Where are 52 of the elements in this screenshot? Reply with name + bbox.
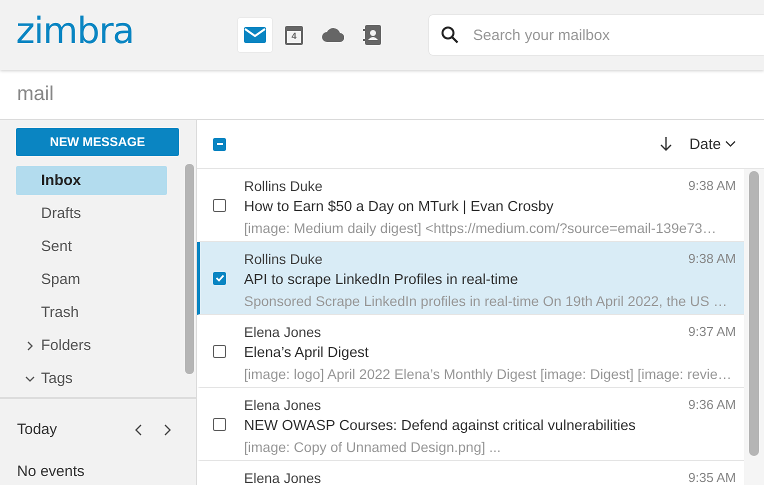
chevron-right-icon: [25, 340, 35, 350]
no-events-text: No events: [17, 463, 86, 480]
message-preview: [image: Medium daily digest] <https://medium.com/?source=email-139e73…: [244, 220, 718, 236]
zimbra-logo[interactable]: zimbra: [16, 14, 238, 56]
message-subject: How to Earn $50 a Day on MTurk | Evan Crosby: [244, 199, 554, 215]
sender-name: Elena Jones: [244, 470, 322, 485]
previous-icon[interactable]: [134, 424, 144, 436]
checkbox[interactable]: [213, 344, 226, 358]
scrollbar[interactable]: [749, 171, 759, 456]
search-icon: [441, 26, 459, 44]
checkbox[interactable]: [213, 418, 226, 430]
chevron-down-icon: [725, 140, 736, 148]
checkbox[interactable]: [213, 198, 226, 212]
message-preview: [image: Copy of Unnamed Design.png] ...: [244, 439, 502, 455]
sender-name: Rollins Duke: [244, 251, 323, 267]
folder-item[interactable]: Spam: [16, 265, 167, 294]
folder-item[interactable]: Trash: [16, 298, 167, 327]
sort-dropdown[interactable]: Date: [689, 136, 736, 152]
message-time: 9:38 AM: [688, 251, 736, 267]
sender-name: Elena Jones: [244, 397, 322, 413]
cloud-icon: [322, 28, 344, 42]
message-time: 9:36 AM: [688, 397, 736, 413]
message-subject: API to scrape LinkedIn Profiles in real-time: [244, 272, 520, 288]
select-all-checkbox[interactable]: [213, 138, 226, 150]
sender-name: Elena Jones: [244, 324, 322, 340]
new-message-button[interactable]: NEW MESSAGE: [16, 128, 179, 156]
today-label: Today: [17, 421, 58, 438]
mail-app-button[interactable]: [238, 18, 272, 52]
section-title: mail: [17, 83, 54, 106]
folder-item[interactable]: Tags: [16, 364, 167, 393]
folder-item[interactable]: Drafts: [16, 199, 167, 228]
chevron-down-icon: [25, 374, 35, 384]
address-book-icon: [363, 25, 381, 45]
message-preview: [image: logo] April 2022 Elena’s Monthly Digest [image: Digest] [image: revie…: [244, 366, 733, 382]
checkbox[interactable]: [213, 272, 226, 284]
envelope-icon: [244, 27, 266, 43]
next-icon[interactable]: [162, 424, 172, 436]
message-subject: Elena’s April Digest: [244, 345, 370, 361]
message-subject: NEW OWASP Courses: Defend against critical vulnerabilities: [244, 418, 637, 434]
sort-arrow-icon[interactable]: [659, 136, 674, 152]
message-preview: Sponsored Scrape LinkedIn profiles in real-time On 19th April 2022, the US …: [244, 293, 728, 309]
message-time: 9:35 AM: [688, 470, 736, 485]
folder-item[interactable]: Folders: [16, 331, 167, 360]
folder-item[interactable]: Sent: [16, 232, 167, 261]
message-time: 9:38 AM: [688, 178, 736, 194]
scrollbar[interactable]: [185, 164, 194, 374]
message-row[interactable]: Rollins Duke 9:38 AM API to scrape LinkedIn Profiles in real-time Sponsored Scrape LinkedIn profiles in real-time On 19th April 2022, the US …: [197, 242, 744, 315]
calendar-app-button[interactable]: 4: [277, 18, 311, 52]
sender-name: Rollins Duke: [244, 178, 323, 194]
checkmark-icon: [214, 272, 226, 284]
message-time: 9:37 AM: [688, 324, 736, 340]
folder-item[interactable]: Inbox: [16, 166, 167, 195]
